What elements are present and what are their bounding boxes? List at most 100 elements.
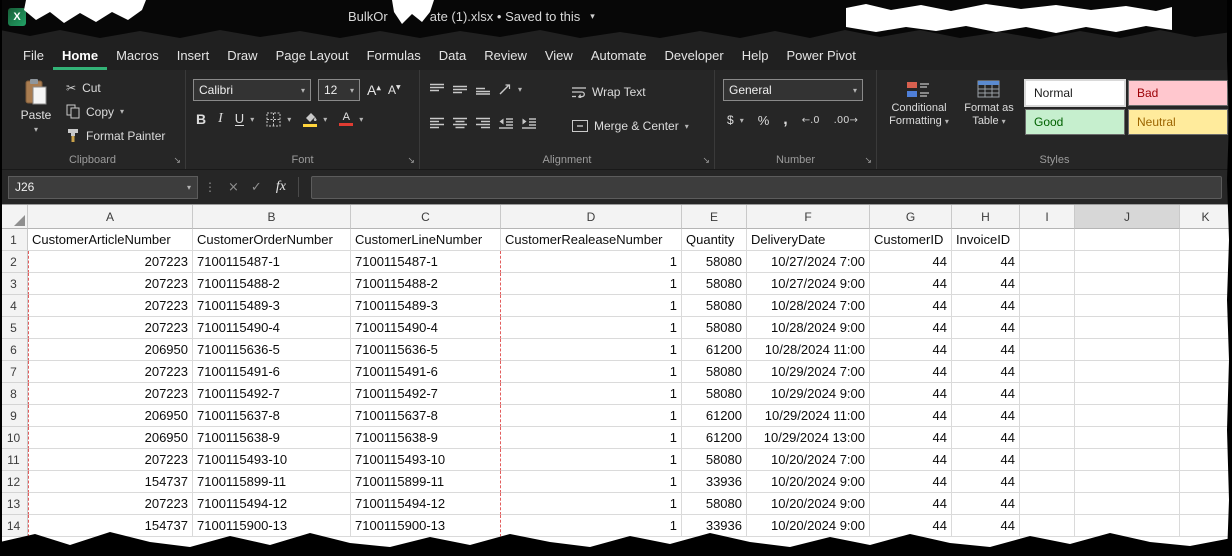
cell-A2[interactable]: 207223: [28, 251, 193, 273]
cell-J7[interactable]: [1075, 361, 1180, 383]
cell-K9[interactable]: [1180, 405, 1232, 427]
cell-J2[interactable]: [1075, 251, 1180, 273]
tab-draw[interactable]: Draw: [218, 40, 266, 70]
cell-A6[interactable]: 206950: [28, 339, 193, 361]
cell-G6[interactable]: 44: [870, 339, 952, 361]
cell-E3[interactable]: 58080: [682, 273, 747, 295]
percent-style-button[interactable]: %: [758, 113, 770, 128]
increase-decimal-button[interactable]: ←.0: [802, 115, 820, 126]
cell-H6[interactable]: 44: [952, 339, 1020, 361]
cell-D10[interactable]: 1: [501, 427, 682, 449]
cell-A12[interactable]: 154737: [28, 471, 193, 493]
align-top-button[interactable]: [430, 83, 444, 95]
cell-K2[interactable]: [1180, 251, 1232, 273]
merge-center-button[interactable]: Merge & Center ▾: [572, 119, 689, 133]
style-bad[interactable]: Bad: [1128, 80, 1228, 106]
column-header-K[interactable]: K: [1180, 205, 1232, 229]
cell-C12[interactable]: 7100115899-11: [351, 471, 501, 493]
cell-C13[interactable]: 7100115494-12: [351, 493, 501, 515]
cell-J10[interactable]: [1075, 427, 1180, 449]
cell-K8[interactable]: [1180, 383, 1232, 405]
cell-G4[interactable]: 44: [870, 295, 952, 317]
cell-A13[interactable]: 207223: [28, 493, 193, 515]
cell-H5[interactable]: 44: [952, 317, 1020, 339]
cell-I1[interactable]: [1020, 229, 1075, 251]
cell-D12[interactable]: 1: [501, 471, 682, 493]
cell-F12[interactable]: 10/20/2024 9:00: [747, 471, 870, 493]
column-header-A[interactable]: A: [28, 205, 193, 229]
row-header-10[interactable]: 10: [0, 427, 28, 449]
cell-G5[interactable]: 44: [870, 317, 952, 339]
select-all-button[interactable]: [0, 205, 28, 229]
cell-I5[interactable]: [1020, 317, 1075, 339]
formula-bar-resize-handle[interactable]: ⋮: [204, 180, 216, 194]
cell-F13[interactable]: 10/20/2024 9:00: [747, 493, 870, 515]
cell-K12[interactable]: [1180, 471, 1232, 493]
cell-B11[interactable]: 7100115493-10: [193, 449, 351, 471]
name-box[interactable]: J26 ▾: [8, 176, 198, 199]
cell-G7[interactable]: 44: [870, 361, 952, 383]
cell-I14[interactable]: [1020, 515, 1075, 537]
underline-button[interactable]: U ▾: [235, 112, 254, 126]
cell-D5[interactable]: 1: [501, 317, 682, 339]
align-bottom-button[interactable]: [476, 83, 490, 95]
cell-B5[interactable]: 7100115490-4: [193, 317, 351, 339]
align-middle-button[interactable]: [453, 83, 467, 95]
cell-D4[interactable]: 1: [501, 295, 682, 317]
tab-power-pivot[interactable]: Power Pivot: [777, 40, 864, 70]
cell-D7[interactable]: 1: [501, 361, 682, 383]
cell-G13[interactable]: 44: [870, 493, 952, 515]
tab-formulas[interactable]: Formulas: [358, 40, 430, 70]
cell-D3[interactable]: 1: [501, 273, 682, 295]
column-header-F[interactable]: F: [747, 205, 870, 229]
cell-J13[interactable]: [1075, 493, 1180, 515]
align-right-button[interactable]: [476, 117, 490, 129]
cell-H14[interactable]: 44: [952, 515, 1020, 537]
row-header-1[interactable]: 1: [0, 229, 28, 251]
cell-I12[interactable]: [1020, 471, 1075, 493]
fill-color-button[interactable]: ▾: [303, 112, 327, 127]
decrease-font-size-button[interactable]: A▼: [388, 83, 401, 97]
decrease-decimal-button[interactable]: .00→: [834, 115, 858, 126]
cell-G3[interactable]: 44: [870, 273, 952, 295]
cell-F1[interactable]: DeliveryDate: [747, 229, 870, 251]
cell-I9[interactable]: [1020, 405, 1075, 427]
cell-E8[interactable]: 58080: [682, 383, 747, 405]
insert-function-button[interactable]: fx: [276, 179, 286, 195]
cell-F5[interactable]: 10/28/2024 9:00: [747, 317, 870, 339]
decrease-indent-button[interactable]: [499, 117, 513, 129]
wrap-text-button[interactable]: Wrap Text: [572, 85, 646, 99]
cell-G14[interactable]: 44: [870, 515, 952, 537]
row-header-4[interactable]: 4: [0, 295, 28, 317]
cell-H3[interactable]: 44: [952, 273, 1020, 295]
cell-H7[interactable]: 44: [952, 361, 1020, 383]
cell-I8[interactable]: [1020, 383, 1075, 405]
cell-I2[interactable]: [1020, 251, 1075, 273]
cell-A7[interactable]: 207223: [28, 361, 193, 383]
cell-A10[interactable]: 206950: [28, 427, 193, 449]
align-center-button[interactable]: [453, 117, 467, 129]
cell-K11[interactable]: [1180, 449, 1232, 471]
cell-H13[interactable]: 44: [952, 493, 1020, 515]
cell-F7[interactable]: 10/29/2024 7:00: [747, 361, 870, 383]
cell-H12[interactable]: 44: [952, 471, 1020, 493]
cell-C5[interactable]: 7100115490-4: [351, 317, 501, 339]
cell-H1[interactable]: InvoiceID: [952, 229, 1020, 251]
cell-K13[interactable]: [1180, 493, 1232, 515]
format-painter-button[interactable]: Format Painter: [66, 128, 165, 143]
cell-D6[interactable]: 1: [501, 339, 682, 361]
cell-G8[interactable]: 44: [870, 383, 952, 405]
cell-B13[interactable]: 7100115494-12: [193, 493, 351, 515]
cell-H4[interactable]: 44: [952, 295, 1020, 317]
font-dialog-launcher-icon[interactable]: ↘: [407, 156, 415, 166]
accounting-format-button[interactable]: $ ▾: [727, 113, 744, 127]
number-dialog-launcher-icon[interactable]: ↘: [864, 156, 872, 166]
cell-E2[interactable]: 58080: [682, 251, 747, 273]
cell-D13[interactable]: 1: [501, 493, 682, 515]
column-header-B[interactable]: B: [193, 205, 351, 229]
tab-view[interactable]: View: [536, 40, 582, 70]
cell-F10[interactable]: 10/29/2024 13:00: [747, 427, 870, 449]
cell-K3[interactable]: [1180, 273, 1232, 295]
cancel-button[interactable]: ×: [228, 180, 239, 195]
cell-G10[interactable]: 44: [870, 427, 952, 449]
